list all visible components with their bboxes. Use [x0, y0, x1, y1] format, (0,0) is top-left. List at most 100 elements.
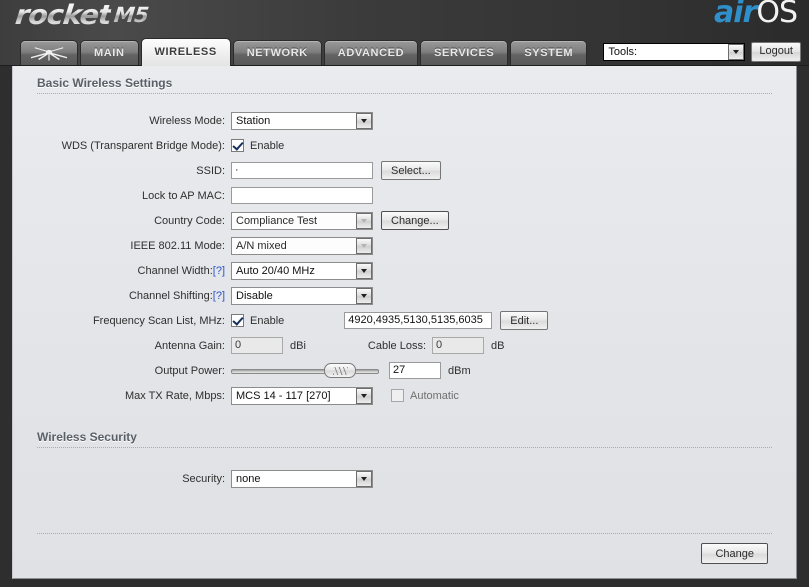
- tab-services[interactable]: SERVICES: [420, 40, 509, 66]
- chevron-down-icon: [356, 112, 372, 129]
- row-wds: WDS (Transparent Bridge Mode): Enable: [13, 133, 796, 158]
- ssid-select-button[interactable]: Select...: [381, 161, 441, 180]
- lock-ap-mac-label: Lock to AP MAC:: [142, 189, 225, 202]
- row-ssid: SSID: · Select...: [13, 158, 796, 183]
- tab-main[interactable]: MAIN: [80, 40, 139, 66]
- wds-enable-label: Enable: [250, 139, 285, 152]
- tab-advanced[interactable]: ADVANCED: [323, 40, 419, 66]
- lock-ap-mac-input[interactable]: [231, 187, 373, 204]
- channel-shifting-value: Disable: [236, 289, 273, 302]
- cable-loss-input: 0: [432, 337, 484, 354]
- tab-network[interactable]: NETWORK: [232, 40, 322, 66]
- airos-logo-air: air: [714, 0, 757, 30]
- row-channel-width: Channel Width:[?] Auto 20/40 MHz: [13, 258, 796, 283]
- ieee-mode-label: IEEE 802.11 Mode:: [130, 239, 225, 252]
- frequency-scan-list-input[interactable]: 4920,4935,5130,5135,6035: [344, 312, 493, 329]
- wireless-security-header: Wireless Security: [37, 430, 772, 448]
- country-code-dropdown: Compliance Test: [231, 211, 373, 230]
- security-label: Security:: [182, 472, 225, 485]
- output-power-label: Output Power:: [154, 364, 225, 377]
- tab-network-label: NETWORK: [246, 47, 308, 59]
- airos-logo-os: OS: [756, 0, 798, 30]
- channel-width-dropdown[interactable]: Auto 20/40 MHz: [231, 261, 373, 280]
- antenna-gain-unit: dBi: [290, 339, 306, 352]
- channel-shifting-help-link[interactable]: [?]: [213, 290, 225, 302]
- frequency-scan-enable-label: Enable: [250, 314, 285, 327]
- tab-advanced-label: ADVANCED: [337, 47, 405, 59]
- channel-width-label-text: Channel Width:: [137, 264, 213, 277]
- row-antenna-gain-cable-loss: Antenna Gain: 0 dBi Cable Loss: 0 dB: [13, 333, 796, 358]
- airos-page: rocket M5 airOS MAIN WIRELESS NETWORK AD…: [0, 0, 809, 587]
- wireless-mode-label: Wireless Mode:: [149, 114, 225, 127]
- antenna-gain-label: Antenna Gain:: [154, 339, 225, 352]
- channel-width-label: Channel Width:[?]: [13, 265, 231, 277]
- tab-main-label: MAIN: [94, 47, 125, 59]
- output-power-slider[interactable]: [231, 362, 379, 380]
- frequency-scan-enable-checkbox[interactable]: [231, 314, 244, 327]
- main-tab-bar: MAIN WIRELESS NETWORK ADVANCED SERVICES …: [20, 38, 589, 66]
- wireless-mode-value: Station: [236, 114, 271, 127]
- row-wireless-mode: Wireless Mode: Station: [13, 108, 796, 133]
- automatic-checkbox[interactable]: [391, 389, 404, 402]
- header-tools-area: Tools: Logout: [603, 42, 801, 62]
- country-code-label: Country Code:: [154, 214, 225, 227]
- basic-wireless-settings-header: Basic Wireless Settings: [37, 76, 772, 94]
- frequency-scan-list-label: Frequency Scan List, MHz:: [92, 314, 225, 327]
- brand-model: M5: [112, 3, 150, 27]
- row-max-tx-rate: Max TX Rate, Mbps: MCS 14 - 117 [270] Au…: [13, 383, 796, 408]
- row-ieee-mode: IEEE 802.11 Mode: A/N mixed: [13, 233, 796, 258]
- automatic-label: Automatic: [410, 389, 459, 402]
- channel-shifting-dropdown[interactable]: Disable: [231, 286, 373, 305]
- tools-dropdown-label: Tools:: [608, 46, 638, 58]
- max-tx-rate-dropdown[interactable]: MCS 14 - 117 [270]: [231, 386, 373, 405]
- output-power-input[interactable]: 27: [389, 362, 441, 379]
- row-country-code: Country Code: Compliance Test Change...: [13, 208, 796, 233]
- tab-ubiquiti-logo[interactable]: [20, 40, 78, 66]
- cable-loss-label: Cable Loss:: [367, 339, 426, 352]
- chevron-down-icon: [356, 387, 372, 404]
- output-power-slider-track: [231, 368, 379, 374]
- tab-system-label: SYSTEM: [524, 47, 574, 59]
- basic-wireless-form: Wireless Mode: Station WDS (Transparent …: [13, 108, 796, 408]
- chevron-down-icon: [356, 237, 372, 254]
- row-output-power: Output Power: 27 dBm: [13, 358, 796, 383]
- frequency-scan-edit-button[interactable]: Edit...: [500, 311, 549, 330]
- output-power-unit: dBm: [448, 364, 471, 377]
- row-lock-ap-mac: Lock to AP MAC:: [13, 183, 796, 208]
- change-button[interactable]: Change: [701, 543, 768, 564]
- ieee-mode-value: A/N mixed: [236, 239, 287, 252]
- tools-dropdown[interactable]: Tools:: [603, 43, 746, 61]
- antenna-gain-input: 0: [231, 337, 283, 354]
- tab-services-label: SERVICES: [434, 47, 495, 59]
- channel-width-help-link[interactable]: [?]: [213, 265, 225, 277]
- ubiquiti-antenna-icon: [21, 45, 77, 62]
- chevron-down-icon: [356, 262, 372, 279]
- wds-label: WDS (Transparent Bridge Mode):: [61, 139, 225, 152]
- ssid-label: SSID:: [196, 164, 225, 177]
- security-dropdown[interactable]: none: [231, 469, 373, 488]
- content-panel: Basic Wireless Settings Wireless Mode: S…: [12, 66, 797, 579]
- output-power-slider-thumb[interactable]: [324, 362, 356, 378]
- row-frequency-scan-list: Frequency Scan List, MHz: Enable 4920,49…: [13, 308, 796, 333]
- channel-width-value: Auto 20/40 MHz: [236, 264, 315, 277]
- brand-name: rocket: [13, 0, 113, 31]
- wireless-mode-dropdown[interactable]: Station: [231, 111, 373, 130]
- chevron-down-icon: [356, 287, 372, 304]
- row-channel-shifting: Channel Shifting:[?] Disable: [13, 283, 796, 308]
- country-code-change-button[interactable]: Change...: [381, 211, 449, 230]
- wds-enable-checkbox[interactable]: [231, 139, 244, 152]
- max-tx-rate-label: Max TX Rate, Mbps:: [124, 389, 225, 402]
- security-value: none: [236, 472, 261, 485]
- chevron-down-icon: [728, 44, 745, 60]
- max-tx-rate-value: MCS 14 - 117 [270]: [236, 389, 331, 402]
- ssid-input[interactable]: ·: [231, 162, 373, 179]
- footer-actions: Change: [13, 534, 796, 564]
- logout-button[interactable]: Logout: [751, 42, 801, 62]
- chevron-down-icon: [356, 470, 372, 487]
- tab-system[interactable]: SYSTEM: [510, 40, 588, 66]
- tab-wireless[interactable]: WIRELESS: [140, 38, 231, 66]
- channel-shifting-label-text: Channel Shifting:: [128, 289, 213, 302]
- country-code-value: Compliance Test: [236, 214, 318, 227]
- chevron-down-icon: [356, 212, 372, 229]
- ieee-mode-dropdown: A/N mixed: [231, 236, 373, 255]
